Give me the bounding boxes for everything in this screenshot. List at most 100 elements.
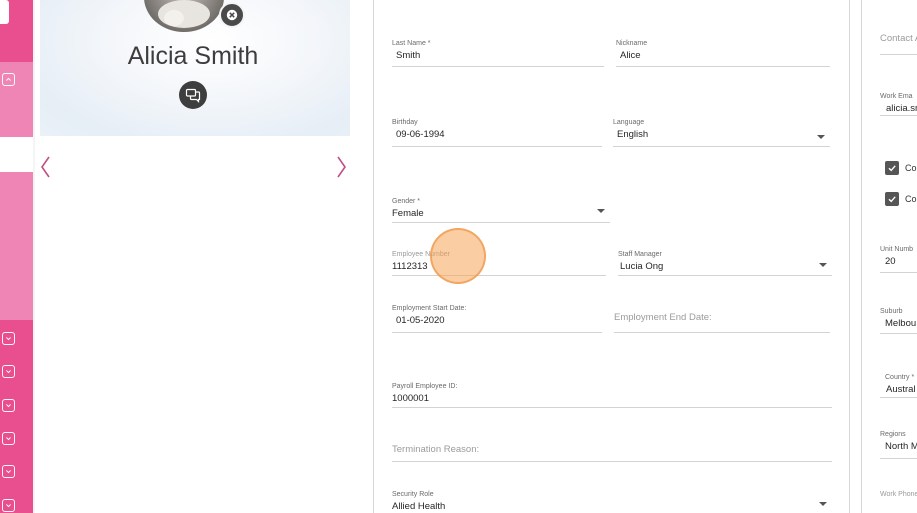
field-underline (392, 461, 832, 462)
language-label: Language (613, 119, 645, 126)
gender-value[interactable]: Female (392, 207, 610, 220)
field-underline (618, 275, 832, 276)
checkbox-1[interactable] (885, 161, 899, 175)
chevron-down-icon[interactable] (2, 365, 15, 378)
birthday-value[interactable]: 09-06-1994 (392, 128, 602, 141)
employment-end-date-placeholder[interactable]: Employment End Date: (614, 311, 830, 324)
dropdown-caret-icon[interactable] (597, 209, 605, 213)
chevron-down-icon[interactable] (2, 465, 15, 478)
suburb-value[interactable]: Melbou (880, 317, 917, 330)
nickname-field[interactable]: Nickname Alice (616, 39, 830, 67)
sidebar-active-item[interactable] (0, 137, 33, 172)
nickname-label: Nickname (616, 40, 648, 47)
security-role-select[interactable]: Security Role Allied Health (392, 490, 832, 513)
app-root: Alicia Smith Last Name * Smith Nickname … (0, 0, 917, 513)
country-field[interactable]: Country * Austral (880, 373, 917, 396)
contact-details-card: Contact A Work Ema alicia.sn Co Co Unit … (861, 0, 917, 513)
regions-value[interactable]: North M (880, 440, 917, 453)
field-underline (613, 146, 830, 147)
click-indicator (430, 228, 486, 284)
message-button[interactable] (179, 81, 207, 109)
checkbox-2[interactable] (885, 192, 899, 206)
close-icon (226, 9, 238, 21)
contact-field[interactable]: Contact A (880, 32, 917, 45)
contact-placeholder[interactable]: Contact A (880, 32, 917, 45)
field-underline (880, 115, 917, 116)
work-phone-field[interactable]: Work Phone (880, 490, 917, 499)
payroll-employee-id-field[interactable]: Payroll Employee ID: 1000001 (392, 382, 832, 408)
staff-manager-label: Staff Manager (618, 251, 662, 258)
chevron-up-icon[interactable] (2, 73, 15, 86)
field-underline (392, 222, 610, 223)
nickname-value[interactable]: Alice (616, 49, 830, 62)
work-email-label: Work Ema (880, 93, 913, 100)
field-underline (616, 66, 830, 67)
profile-name: Alicia Smith (127, 42, 259, 70)
field-underline (880, 272, 917, 273)
country-value[interactable]: Austral (880, 383, 917, 396)
security-role-label: Security Role (392, 491, 434, 498)
work-email-value[interactable]: alicia.sn (880, 102, 917, 115)
language-value[interactable]: English (613, 128, 830, 141)
gender-label: Gender * (392, 198, 421, 205)
gender-select[interactable]: Gender * Female (392, 197, 610, 223)
staff-manager-value[interactable]: Lucia Ong (618, 260, 832, 273)
field-underline (392, 407, 832, 408)
field-underline (392, 146, 602, 147)
chevron-down-icon[interactable] (2, 332, 15, 345)
employee-number-label: Employee Number (392, 251, 450, 258)
employment-end-date-field[interactable]: Employment End Date: (614, 311, 830, 333)
work-phone-label: Work Phone (880, 491, 917, 498)
language-select[interactable]: Language English (613, 118, 830, 147)
remove-photo-button[interactable] (219, 2, 245, 28)
employment-start-date-field[interactable]: Employment Start Date: 01-05-2020 (392, 304, 602, 333)
employment-start-date-value[interactable]: 01-05-2020 (392, 314, 602, 327)
dropdown-caret-icon[interactable] (819, 502, 827, 506)
birthday-label: Birthday (392, 119, 418, 126)
chat-icon (185, 88, 201, 103)
employee-number-value[interactable]: 1112313 (392, 260, 606, 273)
regions-field[interactable]: Regions North M (880, 430, 917, 453)
field-underline (880, 54, 917, 55)
payroll-employee-id-label: Payroll Employee ID: (392, 383, 458, 390)
unit-number-field[interactable]: Unit Numb 20 (880, 245, 917, 268)
employment-start-date-label: Employment Start Date: (392, 305, 467, 312)
security-role-value[interactable]: Allied Health (392, 500, 832, 513)
check-icon (888, 165, 896, 172)
checkbox-1-label: Co (905, 163, 917, 173)
previous-arrow-icon[interactable] (38, 154, 52, 180)
field-underline (392, 66, 604, 67)
last-name-value[interactable]: Smith (392, 49, 604, 62)
sidebar-top-tab[interactable] (0, 0, 9, 24)
work-email-field[interactable]: Work Ema alicia.sn (880, 92, 917, 115)
field-underline (392, 275, 606, 276)
sidebar-expanded-panel (0, 62, 33, 320)
field-underline (880, 397, 917, 398)
suburb-field[interactable]: Suburb Melbou (880, 307, 917, 330)
last-name-label: Last Name * (392, 40, 431, 47)
next-arrow-icon[interactable] (335, 154, 349, 180)
dropdown-caret-icon[interactable] (819, 263, 827, 267)
sidebar (0, 0, 33, 513)
unit-number-value[interactable]: 20 (880, 255, 917, 268)
field-underline (880, 458, 917, 459)
termination-reason-field[interactable]: Termination Reason: (392, 443, 832, 462)
chevron-down-icon[interactable] (2, 432, 15, 445)
chevron-down-icon[interactable] (2, 399, 15, 412)
payroll-employee-id-value[interactable]: 1000001 (392, 392, 832, 405)
sidebar-divider (33, 0, 35, 513)
staff-manager-select[interactable]: Staff Manager Lucia Ong (618, 250, 832, 276)
field-underline (880, 333, 917, 334)
check-icon (888, 196, 896, 203)
field-underline (614, 332, 830, 333)
last-name-field[interactable]: Last Name * Smith (392, 39, 604, 67)
suburb-label: Suburb (880, 308, 903, 315)
employee-number-field[interactable]: Employee Number 1112313 (392, 250, 606, 276)
regions-label: Regions (880, 431, 906, 438)
checkbox-2-label: Co (905, 194, 917, 204)
birthday-field[interactable]: Birthday 09-06-1994 (392, 118, 602, 147)
termination-reason-placeholder[interactable]: Termination Reason: (392, 443, 832, 456)
chevron-down-icon[interactable] (2, 499, 15, 512)
dropdown-caret-icon[interactable] (817, 135, 825, 139)
field-underline (392, 332, 602, 333)
